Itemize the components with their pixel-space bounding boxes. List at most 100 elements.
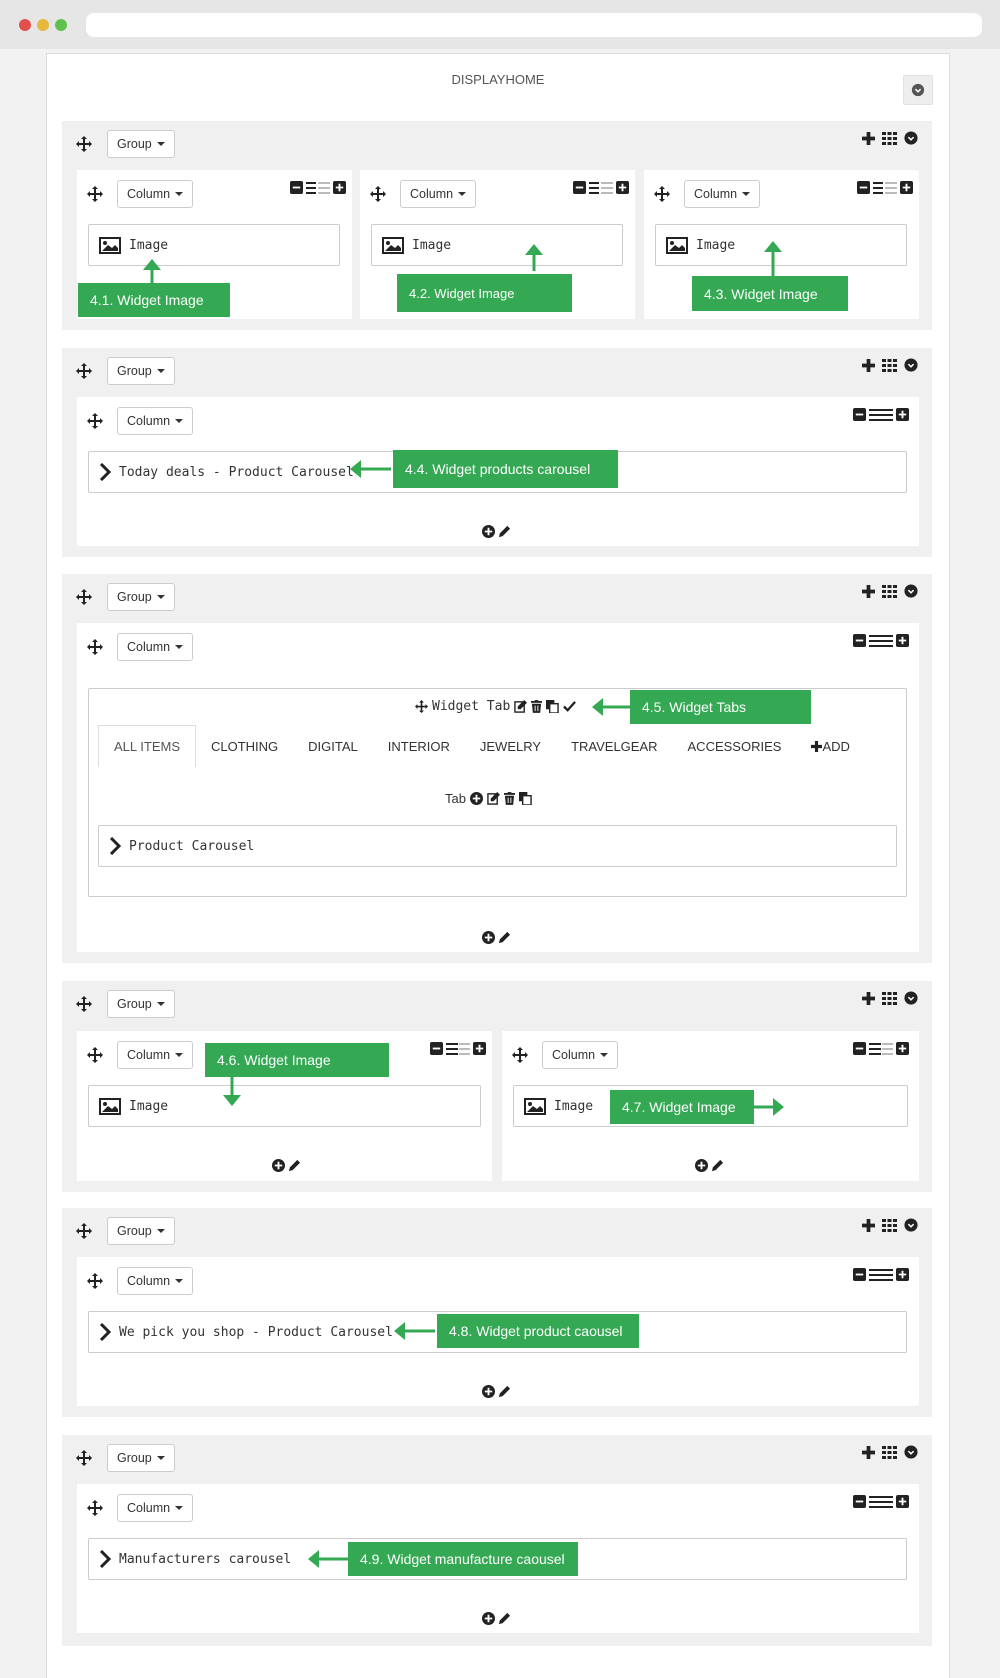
circle-down-icon[interactable] [904, 1445, 918, 1459]
plus-circle-icon[interactable] [469, 792, 483, 805]
minus-square-icon[interactable] [430, 1042, 443, 1055]
column-dropdown[interactable]: Column [400, 180, 477, 208]
lines-icon[interactable] [306, 181, 330, 194]
plus-square-icon[interactable] [896, 1042, 909, 1055]
image-widget[interactable]: Image [88, 224, 340, 266]
pencil-icon[interactable] [498, 1385, 511, 1398]
plus-square-icon[interactable] [900, 181, 913, 194]
column-dropdown[interactable]: Column [117, 1041, 194, 1069]
minimize-window-dot[interactable] [37, 19, 49, 31]
plus-circle-icon[interactable] [272, 1159, 285, 1172]
group-dropdown[interactable]: Group [107, 583, 175, 611]
grid-icon[interactable] [882, 584, 897, 598]
grid-icon[interactable] [882, 991, 897, 1005]
group-dropdown[interactable]: Group [107, 357, 175, 385]
move-icon[interactable] [76, 363, 92, 379]
lines-icon[interactable] [869, 1268, 893, 1281]
maximize-window-dot[interactable] [55, 19, 67, 31]
circle-down-icon[interactable] [904, 131, 918, 145]
lines-icon[interactable] [869, 1495, 893, 1508]
move-icon[interactable] [370, 186, 386, 202]
image-widget[interactable]: Image [371, 224, 623, 266]
move-icon[interactable] [87, 1047, 103, 1063]
column-dropdown[interactable]: Column [684, 180, 761, 208]
tab-interior[interactable]: INTERIOR [373, 725, 465, 767]
tab-jewelry[interactable]: JEWELRY [465, 725, 556, 767]
move-icon[interactable] [87, 186, 103, 202]
minus-square-icon[interactable] [853, 1268, 866, 1281]
circle-down-icon[interactable] [904, 1218, 918, 1232]
move-icon[interactable] [76, 589, 92, 605]
pencil-icon[interactable] [498, 931, 511, 944]
minus-square-icon[interactable] [853, 408, 866, 421]
trash-icon[interactable] [531, 700, 543, 713]
trash-icon[interactable] [503, 792, 515, 805]
plus-circle-icon[interactable] [482, 1385, 495, 1398]
circle-down-icon[interactable] [904, 358, 918, 372]
tab-travelgear[interactable]: TRAVELGEAR [556, 725, 672, 767]
image-widget[interactable]: Image [88, 1085, 481, 1127]
group-dropdown[interactable]: Group [107, 130, 175, 158]
copy-icon[interactable] [518, 792, 532, 805]
lines-icon[interactable] [873, 181, 897, 194]
plus-square-icon[interactable] [896, 634, 909, 647]
move-icon[interactable] [76, 1223, 92, 1239]
move-icon[interactable] [654, 186, 670, 202]
plus-circle-icon[interactable] [482, 931, 495, 944]
plus-square-icon[interactable] [616, 181, 629, 194]
grid-icon[interactable] [882, 358, 897, 372]
lines-icon[interactable] [446, 1042, 470, 1055]
plus-icon[interactable] [862, 131, 875, 145]
circle-down-icon[interactable] [904, 584, 918, 598]
column-dropdown[interactable]: Column [117, 1267, 194, 1295]
check-icon[interactable] [563, 700, 577, 713]
minus-square-icon[interactable] [853, 634, 866, 647]
pencil-icon[interactable] [711, 1159, 724, 1172]
lines-icon[interactable] [589, 181, 613, 194]
plus-icon[interactable] [862, 1445, 875, 1459]
move-icon[interactable] [512, 1047, 528, 1063]
circle-down-icon[interactable] [904, 991, 918, 1005]
move-icon[interactable] [76, 136, 92, 152]
column-dropdown[interactable]: Column [542, 1041, 619, 1069]
pencil-icon[interactable] [498, 525, 511, 538]
plus-icon[interactable] [862, 1218, 875, 1232]
plus-square-icon[interactable] [896, 1495, 909, 1508]
address-bar[interactable] [86, 13, 982, 37]
product-carousel-widget[interactable]: Product Carousel [98, 825, 897, 867]
column-dropdown[interactable]: Column [117, 633, 194, 661]
move-icon[interactable] [87, 1273, 103, 1289]
column-dropdown[interactable]: Column [117, 407, 194, 435]
pencil-icon[interactable] [498, 1612, 511, 1625]
plus-icon[interactable] [862, 584, 875, 598]
lines-icon[interactable] [869, 634, 893, 647]
plus-square-icon[interactable] [333, 181, 346, 194]
grid-icon[interactable] [882, 131, 897, 145]
column-dropdown[interactable]: Column [117, 1494, 194, 1522]
tab-accessories[interactable]: ACCESSORIES [673, 725, 797, 767]
move-icon[interactable] [415, 700, 428, 713]
close-window-dot[interactable] [19, 19, 31, 31]
add-tab-button[interactable]: ADD [796, 725, 864, 767]
column-dropdown[interactable]: Column [117, 180, 194, 208]
tab-clothing[interactable]: CLOTHING [196, 725, 293, 767]
group-dropdown[interactable]: Group [107, 1444, 175, 1472]
pencil-icon[interactable] [288, 1159, 301, 1172]
minus-square-icon[interactable] [853, 1042, 866, 1055]
plus-icon[interactable] [862, 358, 875, 372]
copy-icon[interactable] [546, 700, 560, 713]
group-dropdown[interactable]: Group [107, 1217, 175, 1245]
lines-icon[interactable] [869, 408, 893, 421]
plus-square-icon[interactable] [473, 1042, 486, 1055]
plus-icon[interactable] [862, 991, 875, 1005]
minus-square-icon[interactable] [290, 181, 303, 194]
minus-square-icon[interactable] [853, 1495, 866, 1508]
lines-icon[interactable] [869, 1042, 893, 1055]
move-icon[interactable] [87, 1500, 103, 1516]
move-icon[interactable] [87, 639, 103, 655]
plus-square-icon[interactable] [896, 1268, 909, 1281]
tab-all-items[interactable]: ALL ITEMS [98, 725, 196, 767]
edit-icon[interactable] [487, 792, 500, 805]
edit-icon[interactable] [514, 700, 528, 713]
move-icon[interactable] [76, 1450, 92, 1466]
